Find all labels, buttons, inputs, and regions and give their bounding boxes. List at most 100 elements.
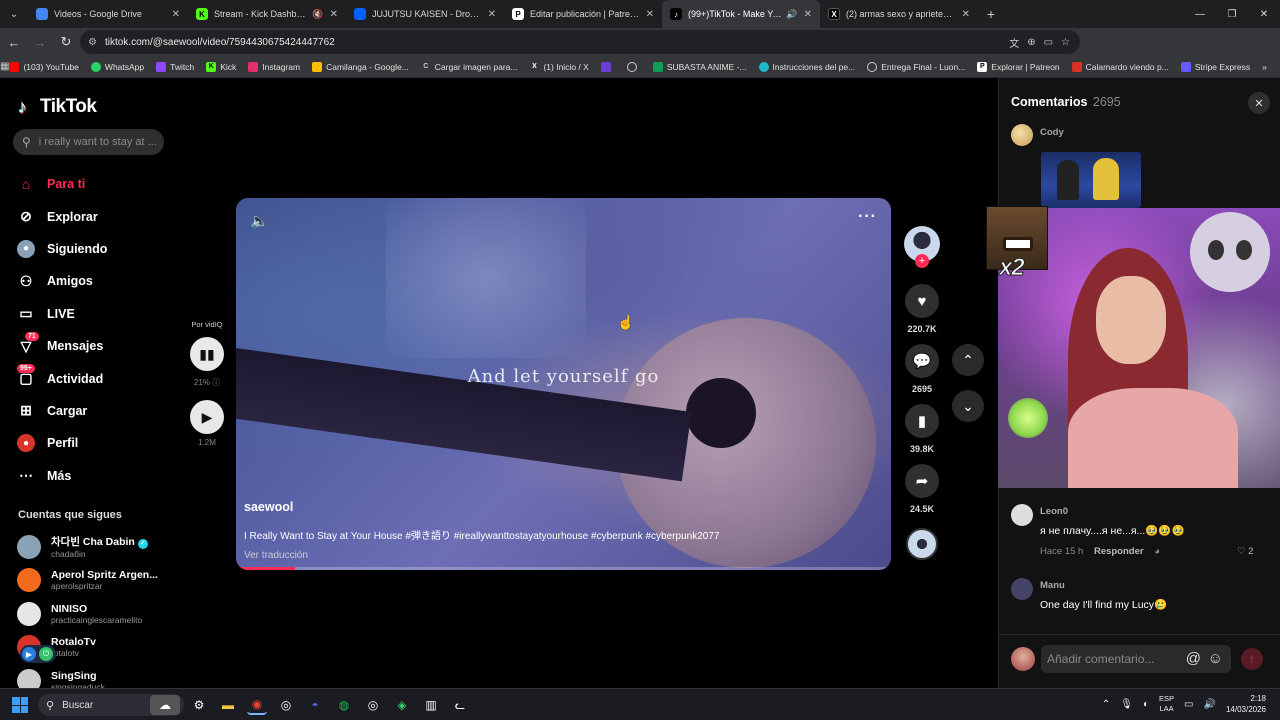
close-tab-icon[interactable]: ✕ bbox=[804, 9, 812, 20]
following-item[interactable]: Aperol Spritz Argen... aperolspritzar bbox=[17, 564, 177, 598]
creator-avatar[interactable]: + bbox=[904, 226, 940, 268]
close-tab-icon[interactable]: ✕ bbox=[172, 9, 180, 20]
close-tab-icon[interactable]: ✕ bbox=[646, 9, 654, 20]
bookmark-star-icon[interactable]: ☆ bbox=[1061, 37, 1070, 48]
nav-item-amigos[interactable]: ⚇ Amigos bbox=[17, 265, 107, 297]
close-window-button[interactable]: ✕ bbox=[1248, 0, 1280, 28]
follow-plus-icon[interactable]: + bbox=[915, 254, 929, 268]
nav-item-siguiendo[interactable]: ● Siguiendo bbox=[17, 233, 107, 265]
minimize-button[interactable]: — bbox=[1184, 0, 1216, 28]
site-info-icon[interactable]: ⚙ bbox=[88, 37, 97, 48]
avatar[interactable] bbox=[1011, 578, 1033, 600]
browser-tab[interactable]: K Stream - Kick Dashboard 🔇 ✕ bbox=[188, 0, 346, 28]
zoom-icon[interactable]: ⊕ bbox=[1027, 37, 1035, 48]
cast-icon[interactable]: ▭ bbox=[1044, 37, 1053, 48]
music-disc[interactable] bbox=[906, 528, 938, 560]
chrome-icon[interactable]: ◉ bbox=[247, 695, 267, 715]
widgets-icon[interactable]: ☁ bbox=[150, 695, 180, 715]
bookmark[interactable]: Twitch bbox=[156, 61, 194, 72]
close-tab-icon[interactable]: ✕ bbox=[330, 9, 338, 20]
save-button[interactable]: ▮ bbox=[905, 404, 939, 438]
sound-icon[interactable]: 🔊 bbox=[786, 9, 797, 20]
bookmark[interactable]: Calamardo viendo p... bbox=[1071, 61, 1169, 72]
following-item[interactable]: 차다빈 Cha Dabin ✓ chadaбin bbox=[17, 530, 177, 564]
muted-icon[interactable]: 🔇 bbox=[312, 9, 323, 20]
vidiq-stats-button[interactable]: ▮▮ bbox=[190, 337, 224, 371]
clock[interactable]: 2:18 14/03/2026 bbox=[1226, 693, 1266, 715]
spotify-icon[interactable]: ◍ bbox=[334, 695, 354, 715]
reply-button[interactable]: Responder bbox=[1094, 546, 1144, 557]
video-player[interactable]: 🔈 ··· And let yourself go saewool I Real… bbox=[236, 198, 891, 570]
bookmark[interactable]: K Kick bbox=[206, 61, 236, 72]
send-comment-button[interactable]: ↑ bbox=[1241, 648, 1263, 670]
audio-app-icon[interactable]: ▥ bbox=[421, 695, 441, 715]
nav-item-actividad[interactable]: ▢ 99+ Actividad bbox=[17, 362, 107, 394]
info-icon[interactable]: ⓘ bbox=[212, 378, 220, 387]
nav-item-live[interactable]: ▭ LIVE bbox=[17, 298, 107, 330]
apps-grid-icon[interactable]: ▦ bbox=[0, 61, 9, 72]
restore-button[interactable]: ❐ bbox=[1216, 0, 1248, 28]
translate-icon[interactable]: 文 bbox=[1009, 35, 1019, 50]
previous-video-button[interactable]: ⌃ bbox=[952, 344, 984, 376]
nav-item-cargar[interactable]: ⊞ Cargar bbox=[17, 395, 107, 427]
cat-app-icon[interactable]: ᓚ bbox=[450, 695, 470, 715]
chevron-up-icon[interactable]: ⌃ bbox=[1102, 699, 1110, 710]
network-icon[interactable]: ▭ bbox=[1184, 699, 1193, 710]
following-item[interactable]: NINISO practicainglescaramelito bbox=[17, 597, 177, 631]
nav-item-perfil[interactable]: ● Perfil bbox=[17, 427, 107, 459]
reload-button[interactable]: ↻ bbox=[54, 30, 78, 54]
comment-like-button[interactable]: ♡ 2 bbox=[1237, 546, 1253, 557]
browser-tab[interactable]: X (2) armas sexo y aprietes en X: ✕ bbox=[820, 0, 978, 28]
avatar[interactable] bbox=[1011, 504, 1033, 526]
close-tab-icon[interactable]: ✕ bbox=[488, 9, 496, 20]
close-comments-button[interactable]: ✕ bbox=[1248, 92, 1270, 114]
nav-item-explorar[interactable]: ⊘ Explorar bbox=[17, 200, 107, 232]
browser-tab[interactable]: JUJUTSU KAISEN - Dropbox ✕ bbox=[346, 0, 504, 28]
bookmark[interactable]: Camilanga - Google... bbox=[312, 61, 409, 72]
more-options-icon[interactable]: ··· bbox=[858, 208, 877, 226]
volume-icon[interactable]: 🔈 bbox=[250, 212, 269, 230]
xbox-icon[interactable]: ◈ bbox=[392, 695, 412, 715]
tiktok-logo[interactable]: ♪ TikTok bbox=[18, 96, 97, 118]
comment-author[interactable]: Cody bbox=[1040, 127, 1064, 138]
floating-extension-badge[interactable]: ▶ ⏻ bbox=[20, 645, 56, 663]
forward-button[interactable]: → bbox=[28, 30, 52, 54]
translate-link[interactable]: Ver traducción bbox=[244, 550, 884, 561]
bookmark[interactable]: P Explorar | Patreon bbox=[977, 61, 1060, 72]
address-bar[interactable]: ⚙ tiktok.com/@saewool/video/759443067542… bbox=[80, 30, 1080, 54]
comment-image[interactable] bbox=[1041, 152, 1141, 208]
volume-icon[interactable]: 🔊 bbox=[1204, 699, 1216, 710]
microphone-icon[interactable]: 🎙 bbox=[1120, 699, 1133, 710]
comment-input[interactable]: Añadir comentario... @ ☺ bbox=[1041, 645, 1231, 673]
browser-tab[interactable]: Videos - Google Drive ✕ bbox=[28, 0, 188, 28]
more-bookmarks-button[interactable]: » bbox=[1262, 62, 1267, 72]
start-button[interactable] bbox=[12, 697, 28, 713]
obs-icon[interactable]: ◎ bbox=[276, 695, 296, 715]
bookmark[interactable] bbox=[600, 61, 615, 72]
vidiq-play-button[interactable]: ▶ bbox=[190, 400, 224, 434]
settings-app-icon[interactable]: ⚙ bbox=[189, 695, 209, 715]
browser-tab-active[interactable]: ♪ (99+)TikTok - Make Your Da 🔊 ✕ bbox=[662, 0, 820, 28]
bookmark[interactable]: Instagram bbox=[248, 61, 300, 72]
app-tray-icon[interactable]: ◐ bbox=[1143, 699, 1149, 710]
search-input[interactable]: ⚲ i really want to stay at ... bbox=[13, 129, 164, 155]
bookmark[interactable]: Instrucciones del pe... bbox=[758, 61, 855, 72]
close-tab-icon[interactable]: ✕ bbox=[962, 9, 970, 20]
browser-tab[interactable]: P Editar publicación | Patreon ✕ bbox=[504, 0, 662, 28]
avatar[interactable] bbox=[1011, 124, 1033, 146]
video-author[interactable]: saewool bbox=[244, 500, 884, 514]
back-button[interactable]: ← bbox=[2, 30, 26, 54]
bookmark[interactable]: Stripe Express bbox=[1180, 61, 1250, 72]
new-tab-button[interactable]: + bbox=[978, 6, 1004, 22]
nav-item-mensajes[interactable]: ▽ 71 Mensajes bbox=[17, 330, 107, 362]
bookmark[interactable]: C Cargar imagen para... bbox=[421, 62, 517, 72]
video-progress-bar[interactable] bbox=[236, 567, 891, 570]
bookmark[interactable]: SUBASTA ANIME -... bbox=[652, 61, 747, 72]
file-explorer-icon[interactable]: ▬ bbox=[218, 695, 238, 715]
language-indicator[interactable]: ESP LAA bbox=[1159, 694, 1174, 714]
discord-icon[interactable]: ◓ bbox=[305, 695, 325, 715]
share-button[interactable]: ➦ bbox=[905, 464, 939, 498]
obs-studio-icon[interactable]: ◎ bbox=[363, 695, 383, 715]
emoji-icon[interactable]: ☺ bbox=[1208, 650, 1223, 667]
bookmark[interactable]: Entrega Final - Luon... bbox=[867, 61, 965, 72]
